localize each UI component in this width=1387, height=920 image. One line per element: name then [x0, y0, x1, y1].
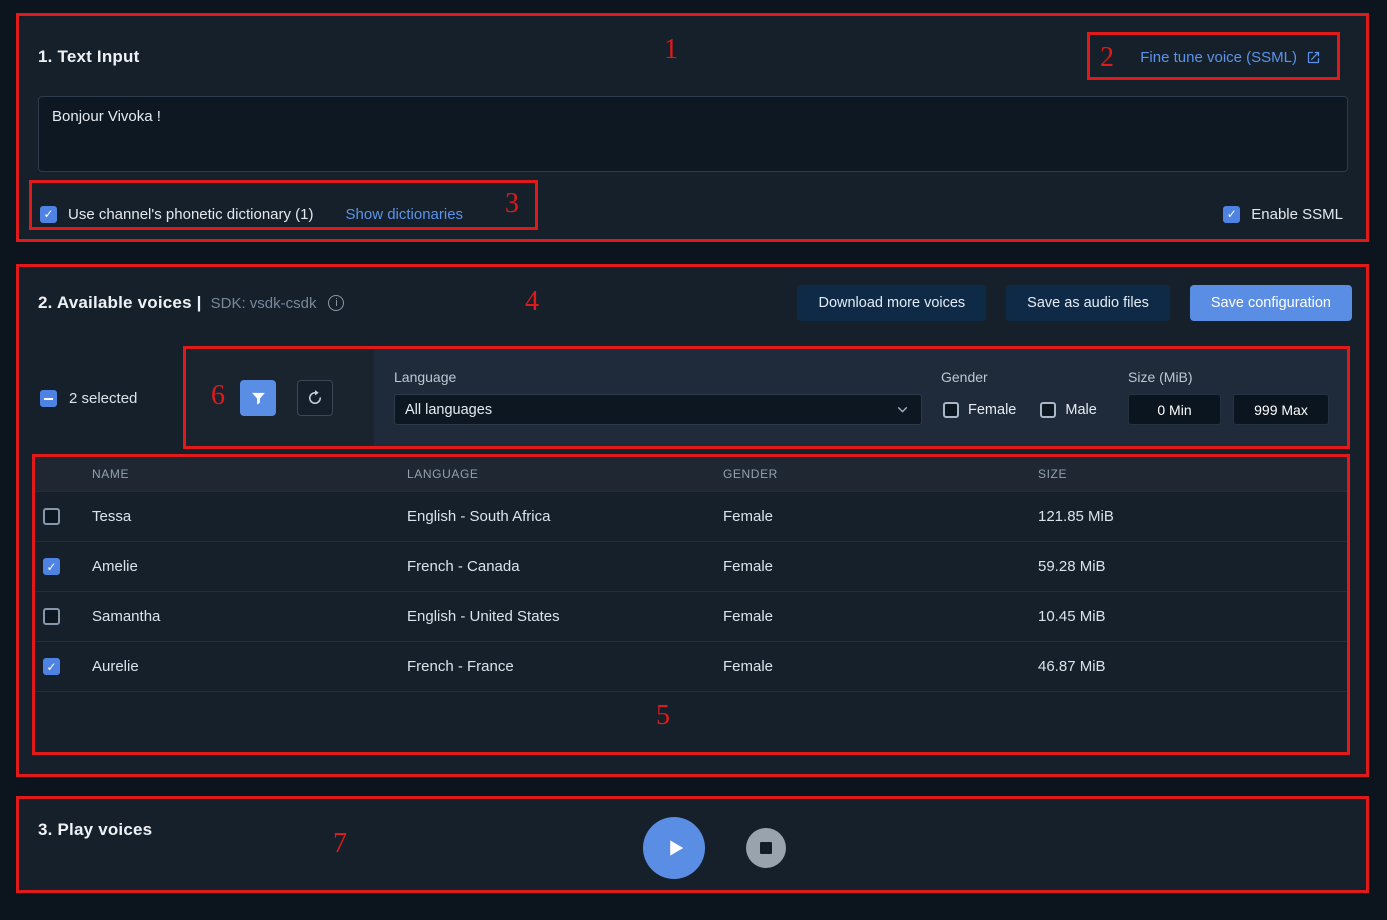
show-dictionaries-link[interactable]: Show dictionaries [346, 206, 464, 223]
text-input-textarea[interactable]: Bonjour Vivoka ! [38, 96, 1348, 172]
filter-button[interactable] [240, 380, 276, 416]
tts-voice-configuration-page: 1. Text Input Fine tune voice (SSML) Bon… [0, 0, 1387, 920]
row-checkbox[interactable] [43, 608, 60, 625]
chevron-down-icon [894, 401, 911, 418]
sdk-label: SDK: vsdk-csdk [211, 295, 317, 312]
external-link-icon [1306, 50, 1321, 65]
voices-table: NAME LANGUAGE GENDER SIZE Tessa English … [34, 456, 1347, 754]
voice-size: 59.28 MiB [1038, 558, 1347, 575]
text-input-section: 1. Text Input Fine tune voice (SSML) Bon… [20, 16, 1367, 239]
refresh-button[interactable] [297, 380, 333, 416]
voice-gender: Female [723, 508, 1038, 525]
row-checkbox[interactable] [43, 558, 60, 575]
voice-size: 121.85 MiB [1038, 508, 1347, 525]
table-row[interactable]: Samantha English - United States Female … [34, 592, 1347, 642]
play-voices-title: 3. Play voices [38, 820, 152, 840]
download-more-voices-button[interactable]: Download more voices [797, 285, 986, 321]
voice-size: 46.87 MiB [1038, 658, 1347, 675]
enable-ssml-option[interactable]: Enable SSML [1223, 206, 1343, 223]
size-max-input[interactable] [1233, 394, 1329, 425]
voices-table-header: NAME LANGUAGE GENDER SIZE [34, 456, 1347, 492]
text-input-title: 1. Text Input [38, 47, 139, 67]
text-input-options-row: Use channel's phonetic dictionary (1) Sh… [40, 196, 1343, 232]
voice-gender: Female [723, 558, 1038, 575]
voice-language: French - Canada [407, 558, 723, 575]
table-row[interactable]: Amelie French - Canada Female 59.28 MiB [34, 542, 1347, 592]
gender-filter-options: Female Male [943, 394, 1097, 425]
save-configuration-button[interactable]: Save configuration [1190, 285, 1352, 321]
male-checkbox[interactable] [1040, 402, 1056, 418]
voice-size: 10.45 MiB [1038, 608, 1347, 625]
female-label: Female [968, 402, 1016, 418]
select-all-checkbox[interactable] [40, 390, 57, 407]
play-button[interactable] [643, 817, 705, 879]
female-checkbox[interactable] [943, 402, 959, 418]
female-filter-option[interactable]: Female [943, 402, 1016, 418]
column-header-size: SIZE [1038, 467, 1347, 481]
phonetic-dictionary-label: Use channel's phonetic dictionary (1) [68, 206, 314, 223]
save-as-audio-files-button[interactable]: Save as audio files [1006, 285, 1170, 321]
fine-tune-ssml-link[interactable]: Fine tune voice (SSML) [1140, 49, 1321, 66]
voice-name: Amelie [92, 558, 407, 575]
table-row[interactable]: Aurelie French - France Female 46.87 MiB [34, 642, 1347, 692]
voice-language: French - France [407, 658, 723, 675]
column-header-language: LANGUAGE [407, 467, 723, 481]
filter-controls-panel: Language All languages Gender Female [374, 349, 1347, 447]
size-filter-label: Size (MiB) [1128, 369, 1193, 385]
column-header-gender: GENDER [723, 467, 1038, 481]
voices-filter-toolbar: Language All languages Gender Female [186, 349, 1347, 447]
stop-icon [760, 842, 772, 854]
info-icon[interactable] [328, 295, 344, 311]
voice-language: English - United States [407, 608, 723, 625]
enable-ssml-label: Enable SSML [1251, 206, 1343, 223]
fine-tune-ssml-label: Fine tune voice (SSML) [1140, 49, 1297, 66]
stop-button[interactable] [746, 828, 786, 868]
language-select-value: All languages [405, 402, 894, 418]
language-select[interactable]: All languages [394, 394, 922, 425]
table-row[interactable]: Tessa English - South Africa Female 121.… [34, 492, 1347, 542]
voice-language: English - South Africa [407, 508, 723, 525]
size-min-input[interactable] [1128, 394, 1221, 425]
selection-summary: 2 selected [40, 390, 137, 407]
voice-gender: Female [723, 658, 1038, 675]
gender-filter-label: Gender [941, 369, 988, 385]
voice-name: Aurelie [92, 658, 407, 675]
column-header-name: NAME [92, 467, 407, 481]
language-filter-label: Language [394, 369, 456, 385]
selected-count-label: 2 selected [69, 390, 137, 407]
voice-name: Tessa [92, 508, 407, 525]
play-voices-section: 3. Play voices [20, 798, 1367, 892]
funnel-icon [250, 390, 267, 407]
voices-action-buttons: Download more voices Save as audio files… [797, 285, 1352, 321]
phonetic-dictionary-option[interactable]: Use channel's phonetic dictionary (1) [40, 206, 314, 223]
male-filter-option[interactable]: Male [1040, 402, 1096, 418]
row-checkbox[interactable] [43, 658, 60, 675]
voice-name: Samantha [92, 608, 407, 625]
play-icon [661, 835, 687, 861]
filter-buttons-group [186, 349, 374, 447]
phonetic-dictionary-checkbox[interactable] [40, 206, 57, 223]
available-voices-header: 2. Available voices | SDK: vsdk-csdk [38, 293, 344, 313]
enable-ssml-checkbox[interactable] [1223, 206, 1240, 223]
male-label: Male [1065, 402, 1096, 418]
available-voices-section: 2. Available voices | SDK: vsdk-csdk Dow… [20, 266, 1367, 775]
refresh-icon [306, 389, 324, 407]
row-checkbox[interactable] [43, 508, 60, 525]
available-voices-title: 2. Available voices | [38, 293, 202, 313]
voice-gender: Female [723, 608, 1038, 625]
